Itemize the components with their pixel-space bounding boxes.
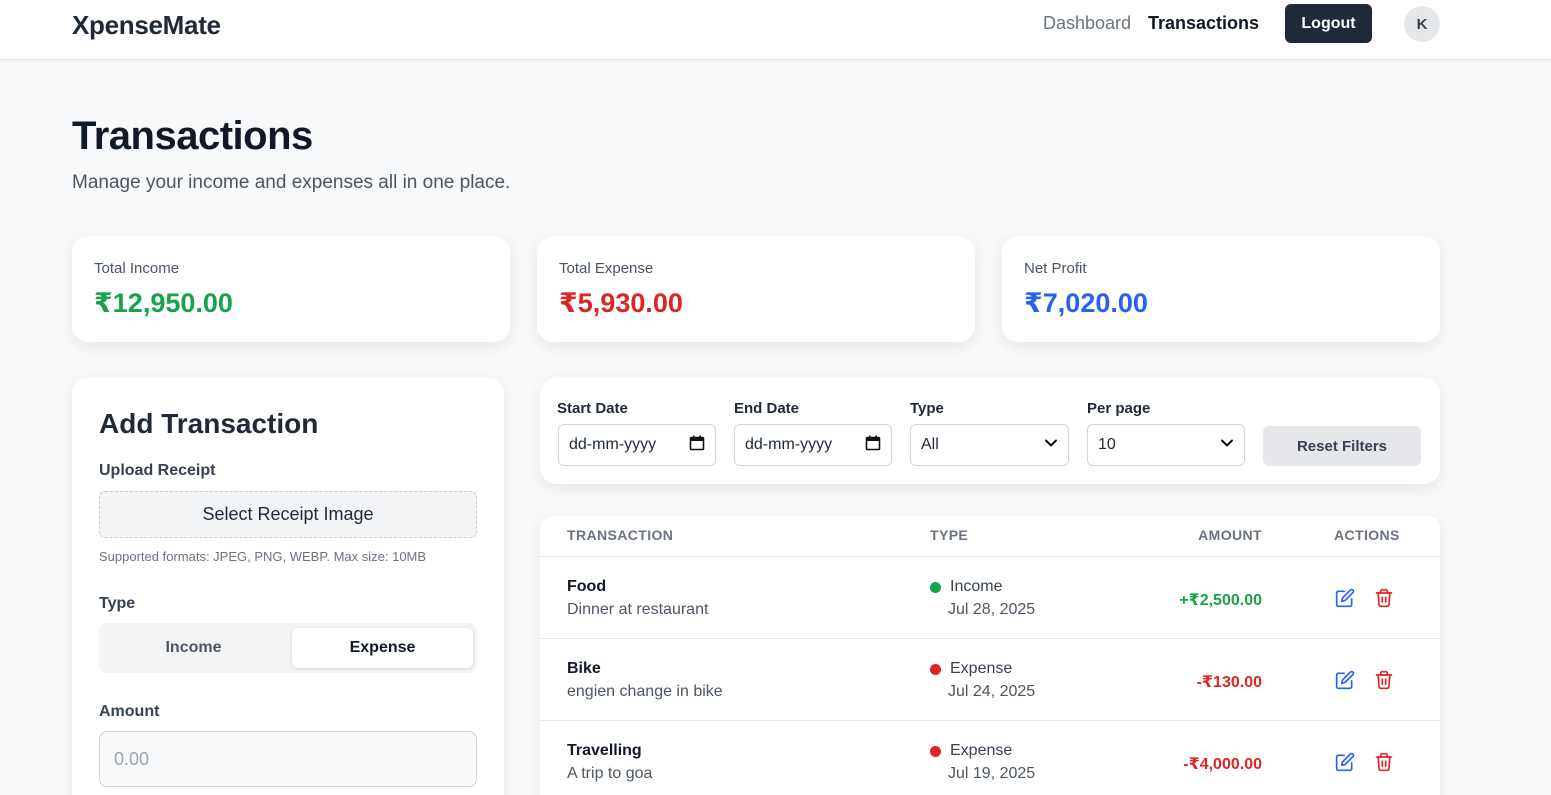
stat-card-total-income: Total Income ₹12,950.00 — [72, 236, 510, 342]
table-row[interactable]: Travelling A trip to goa Expense Jul 19,… — [540, 721, 1440, 795]
edit-icon[interactable] — [1334, 669, 1356, 691]
stat-label: Net Profit — [1024, 260, 1087, 277]
amount-label: Amount — [99, 703, 160, 720]
select-receipt-button[interactable]: Select Receipt Image — [99, 491, 477, 538]
transaction-amount: +₹2,500.00 — [1179, 592, 1262, 609]
chevron-down-icon — [1044, 436, 1058, 455]
end-date-value: dd-mm-yyyy — [745, 436, 833, 453]
type-toggle: Income Expense — [99, 623, 477, 673]
per-page-label: Per page — [1087, 400, 1151, 417]
chevron-down-icon — [1220, 436, 1234, 455]
add-transaction-card: Add Transaction Upload Receipt Select Re… — [72, 378, 504, 795]
end-date-input[interactable]: dd-mm-yyyy — [734, 424, 892, 466]
end-date-label: End Date — [734, 400, 800, 417]
transaction-type: Expense — [950, 742, 1013, 759]
top-navbar: XpenseMate Dashboard Transactions Logout… — [0, 0, 1551, 60]
stat-value-net: ₹7,020.00 — [1024, 288, 1148, 318]
column-header-amount[interactable]: AMOUNT — [1198, 527, 1262, 543]
calendar-icon[interactable] — [689, 435, 705, 456]
nav-link-dashboard[interactable]: Dashboard — [1043, 13, 1131, 34]
upload-receipt-label: Upload Receipt — [99, 462, 216, 479]
type-filter-select[interactable]: All — [910, 424, 1069, 466]
transaction-amount: -₹130.00 — [1196, 674, 1262, 691]
page-subtitle: Manage your income and expenses all in o… — [72, 172, 511, 193]
column-header-type[interactable]: TYPE — [930, 527, 968, 543]
transactions-table: TRANSACTION TYPE AMOUNT ACTIONS Food Din… — [540, 516, 1440, 795]
transaction-title: Travelling — [567, 742, 642, 759]
trash-icon[interactable] — [1373, 587, 1395, 609]
type-option-income[interactable]: Income — [103, 628, 284, 668]
type-option-expense[interactable]: Expense — [292, 628, 473, 668]
stat-value-expense: ₹5,930.00 — [559, 288, 683, 318]
type-indicator-dot — [930, 664, 941, 675]
start-date-input[interactable]: dd-mm-yyyy — [558, 424, 716, 466]
edit-icon[interactable] — [1334, 751, 1356, 773]
edit-icon[interactable] — [1334, 587, 1356, 609]
user-avatar[interactable]: K — [1404, 6, 1440, 42]
per-page-select[interactable]: 10 — [1087, 424, 1245, 466]
stat-card-total-expense: Total Expense ₹5,930.00 — [537, 236, 975, 342]
transaction-date: Jul 19, 2025 — [948, 765, 1036, 782]
type-filter-label: Type — [910, 400, 944, 417]
stat-card-net-profit: Net Profit ₹7,020.00 — [1002, 236, 1440, 342]
start-date-value: dd-mm-yyyy — [569, 436, 657, 453]
form-title: Add Transaction — [99, 408, 319, 439]
column-header-actions: ACTIONS — [1334, 527, 1400, 543]
column-header-transaction[interactable]: TRANSACTION — [567, 527, 673, 543]
transaction-title: Bike — [567, 660, 601, 677]
per-page-value: 10 — [1098, 436, 1116, 453]
stat-label: Total Expense — [559, 260, 654, 277]
transaction-type: Income — [950, 578, 1003, 595]
type-indicator-dot — [930, 582, 941, 593]
transaction-date: Jul 28, 2025 — [948, 601, 1036, 618]
calendar-icon[interactable] — [865, 435, 881, 456]
transaction-amount: -₹4,000.00 — [1183, 756, 1262, 773]
amount-input[interactable] — [99, 731, 477, 787]
type-label: Type — [99, 595, 136, 612]
trash-icon[interactable] — [1373, 669, 1395, 691]
transaction-type: Expense — [950, 660, 1013, 677]
stat-label: Total Income — [94, 260, 180, 277]
stat-value-income: ₹12,950.00 — [94, 288, 233, 318]
start-date-label: Start Date — [557, 400, 628, 417]
page-title: Transactions — [72, 114, 313, 158]
transaction-description: Dinner at restaurant — [567, 601, 709, 618]
transaction-title: Food — [567, 578, 607, 595]
trash-icon[interactable] — [1373, 751, 1395, 773]
reset-filters-button[interactable]: Reset Filters — [1263, 426, 1421, 466]
transaction-description: engien change in bike — [567, 683, 723, 700]
table-row[interactable]: Bike engien change in bike Expense Jul 2… — [540, 639, 1440, 721]
filters-card: Start Date dd-mm-yyyy End Date dd-mm-yyy… — [540, 378, 1440, 484]
logout-button[interactable]: Logout — [1285, 4, 1372, 43]
nav-link-transactions[interactable]: Transactions — [1148, 13, 1259, 34]
transaction-description: A trip to goa — [567, 765, 653, 782]
upload-hint: Supported formats: JPEG, PNG, WEBP. Max … — [99, 549, 427, 564]
table-row[interactable]: Food Dinner at restaurant Income Jul 28,… — [540, 557, 1440, 639]
type-filter-value: All — [921, 436, 939, 453]
transaction-date: Jul 24, 2025 — [948, 683, 1036, 700]
brand-logo[interactable]: XpenseMate — [72, 10, 221, 41]
type-indicator-dot — [930, 746, 941, 757]
